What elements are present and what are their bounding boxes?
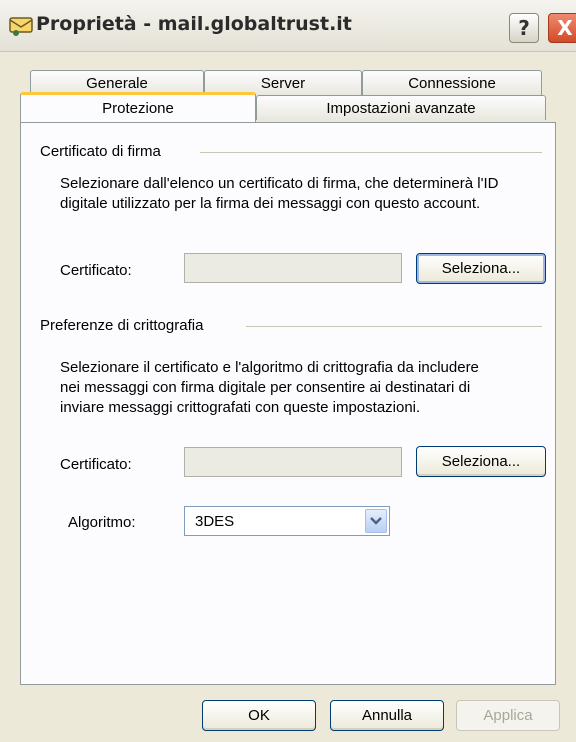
title-bar[interactable]: Proprietà - mail.globaltrust.it ? X [0, 0, 576, 52]
chevron-down-icon[interactable] [365, 509, 387, 533]
signing-group-label: Certificato di firma [40, 143, 169, 160]
tab-protezione[interactable]: Protezione [20, 92, 256, 122]
encryption-cert-field[interactable] [184, 447, 402, 477]
encryption-description-line2: nei messaggi con firma digitale per cons… [60, 379, 471, 396]
properties-dialog: Proprietà - mail.globaltrust.it ? X Gene… [0, 0, 576, 742]
dialog-title: Proprietà - mail.globaltrust.it [36, 13, 352, 35]
algorithm-label: Algoritmo: [68, 514, 136, 531]
close-button[interactable]: X [548, 13, 576, 43]
signing-description-line2: digitale utilizzato per la firma dei mes… [60, 195, 481, 212]
signing-cert-field[interactable] [184, 253, 402, 283]
help-button[interactable]: ? [509, 13, 539, 43]
encryption-cert-label: Certificato: [60, 456, 132, 473]
encryption-group-label: Preferenze di crittografia [40, 317, 212, 334]
encryption-select-button[interactable]: Seleziona... [416, 446, 546, 477]
signing-cert-label: Certificato: [60, 262, 132, 279]
encryption-group-divider [246, 326, 542, 327]
apply-button[interactable]: Applica [456, 700, 560, 731]
algorithm-value: 3DES [195, 513, 235, 530]
cancel-button[interactable]: Annulla [330, 700, 444, 731]
tab-connessione[interactable]: Connessione [362, 70, 542, 95]
signing-description-line1: Selezionare dall'elenco un certificato d… [60, 175, 499, 192]
signing-select-button[interactable]: Seleziona... [416, 253, 546, 284]
mail-account-icon [8, 12, 34, 38]
encryption-description-line3: inviare messaggi crittografati con quest… [60, 399, 421, 416]
signing-group-divider [200, 152, 542, 153]
encryption-description-line1: Selezionare il certificato e l'algoritmo… [60, 359, 479, 376]
tab-impostazioni-avanzate[interactable]: Impostazioni avanzate [256, 95, 546, 120]
algorithm-select[interactable]: 3DES [184, 506, 390, 536]
ok-button[interactable]: OK [202, 700, 316, 731]
